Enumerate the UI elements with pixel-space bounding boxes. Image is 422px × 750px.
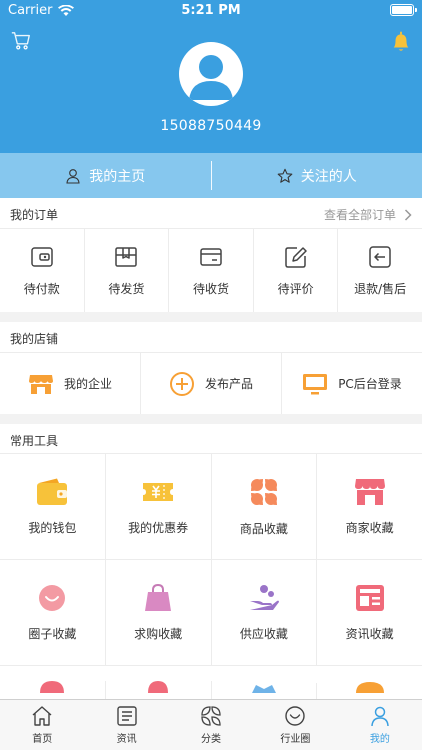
tab-my-homepage-label: 我的主页 <box>89 168 146 185</box>
avatar[interactable] <box>179 42 243 106</box>
shop-title: 我的店铺 <box>10 332 59 346</box>
profile-tabs: 我的主页 关注的人 <box>0 153 422 198</box>
bottom-navigation: 首页 资讯 分类 行业圈 我的 <box>0 699 422 750</box>
orders-header: 我的订单 查看全部订单 <box>0 198 422 228</box>
tools-row-2: 圈子收藏 求购收藏 供应收藏 资讯收藏 <box>0 559 422 665</box>
product-favorites-button[interactable]: 商品收藏 <box>212 454 318 559</box>
profile-header: Carrier 5:21 PM 15088750449 <box>0 0 422 153</box>
bell-icon[interactable] <box>390 30 412 54</box>
nav-home[interactable]: 首页 <box>0 700 84 750</box>
order-pending-shipment-label: 待发货 <box>108 282 145 296</box>
news-favorites-label: 资讯收藏 <box>345 627 394 641</box>
box-icon <box>115 247 138 267</box>
order-refund-aftersale[interactable]: 退款/售后 <box>338 229 422 312</box>
publish-product-button[interactable]: 发布产品 <box>141 353 282 414</box>
nav-industry-circle-label: 行业圈 <box>280 734 311 745</box>
merchant-favorites-label: 商家收藏 <box>345 521 394 535</box>
smile-icon <box>285 706 306 726</box>
partial-pink-icon <box>40 681 65 693</box>
nav-news-label: 资讯 <box>116 734 137 745</box>
partial-orange-icon <box>355 682 384 693</box>
partial-blue-icon <box>251 685 276 693</box>
order-pending-review[interactable]: 待评价 <box>254 229 339 312</box>
tools-row-1: 我的钱包 我的优惠券 商品收藏 商家收藏 <box>0 453 422 559</box>
order-pending-shipment[interactable]: 待发货 <box>85 229 170 312</box>
chevron-right-icon <box>404 208 412 221</box>
bag-icon <box>145 583 172 611</box>
shop-row: 我的企业 发布产品 PC后台登录 <box>0 352 422 414</box>
order-pending-receipt-label: 待收货 <box>192 282 229 296</box>
wallet-icon <box>37 478 68 505</box>
my-company-label: 我的企业 <box>63 377 112 391</box>
orders-title: 我的订单 <box>10 208 59 222</box>
news-icon <box>116 706 137 726</box>
nav-industry-circle[interactable]: 行业圈 <box>253 700 337 750</box>
tab-divider <box>210 161 212 190</box>
nav-category[interactable]: 分类 <box>169 700 253 750</box>
star-icon <box>277 168 293 183</box>
pc-backend-login-button[interactable]: PC后台登录 <box>282 353 422 414</box>
tab-my-homepage[interactable]: 我的主页 <box>0 153 211 198</box>
nav-home-label: 首页 <box>32 734 53 745</box>
tab-following[interactable]: 关注的人 <box>212 153 422 198</box>
user-icon <box>66 168 80 184</box>
news-icon <box>355 585 384 611</box>
my-coupons-button[interactable]: 我的优惠券 <box>106 454 212 559</box>
my-company-button[interactable]: 我的企业 <box>0 353 141 414</box>
order-pending-receipt[interactable]: 待收货 <box>169 229 254 312</box>
return-icon <box>369 246 391 268</box>
tab-following-label: 关注的人 <box>300 168 357 185</box>
order-pending-payment[interactable]: 待付款 <box>0 229 85 312</box>
view-all-orders-link[interactable]: 查看全部订单 <box>324 206 412 223</box>
store-icon <box>28 374 53 394</box>
nav-mine-label: 我的 <box>369 734 390 745</box>
cart-icon[interactable] <box>10 30 32 52</box>
partial-rose-icon <box>148 681 169 693</box>
shop-icon <box>354 479 385 505</box>
circle-favorites-button[interactable]: 圈子收藏 <box>0 560 106 665</box>
nav-mine[interactable]: 我的 <box>338 700 422 750</box>
supply-favorites-button[interactable]: 供应收藏 <box>212 560 318 665</box>
card-icon <box>200 248 222 266</box>
phone-number: 15088750449 <box>160 118 262 134</box>
supply-favorites-label: 供应收藏 <box>239 627 288 641</box>
status-bar: Carrier 5:21 PM <box>0 0 422 22</box>
tools-header: 常用工具 <box>0 424 422 454</box>
purchase-favorites-label: 求购收藏 <box>134 627 183 641</box>
home-icon <box>32 706 52 726</box>
publish-product-label: 发布产品 <box>204 377 253 391</box>
person-icon <box>371 706 389 727</box>
order-pending-payment-label: 待付款 <box>23 282 60 296</box>
pc-backend-login-label: PC后台登录 <box>338 377 402 391</box>
hand-icon <box>249 585 279 610</box>
battery-icon <box>390 4 417 16</box>
plus-circle-icon <box>169 371 194 396</box>
my-wallet-label: 我的钱包 <box>28 521 77 535</box>
wallet-icon <box>31 247 53 267</box>
status-time: 5:21 PM <box>181 3 241 18</box>
coupon-icon <box>143 483 174 501</box>
category-icon <box>201 706 221 726</box>
order-pending-review-label: 待评价 <box>277 282 314 296</box>
edit-icon <box>284 247 307 268</box>
product-favorites-label: 商品收藏 <box>239 522 288 536</box>
news-favorites-button[interactable]: 资讯收藏 <box>317 560 422 665</box>
order-refund-aftersale-label: 退款/售后 <box>354 282 407 296</box>
my-wallet-button[interactable]: 我的钱包 <box>0 454 106 559</box>
shop-header: 我的店铺 <box>0 322 422 352</box>
tools-grid: 我的钱包 我的优惠券 商品收藏 商家收藏 圈子收藏 求购收藏 供应收藏 资讯收藏 <box>0 453 422 705</box>
tools-title: 常用工具 <box>10 434 59 448</box>
clover-icon <box>250 479 277 505</box>
merchant-favorites-button[interactable]: 商家收藏 <box>317 454 422 559</box>
my-coupons-label: 我的优惠券 <box>128 521 189 535</box>
view-all-orders-label: 查看全部订单 <box>323 208 396 222</box>
order-status-row: 待付款 待发货 待收货 待评价 退款/售后 <box>0 228 422 312</box>
nav-news[interactable]: 资讯 <box>84 700 168 750</box>
avatar-person-icon <box>189 55 233 100</box>
purchase-favorites-button[interactable]: 求购收藏 <box>106 560 212 665</box>
smile-icon <box>39 585 66 611</box>
circle-favorites-label: 圈子收藏 <box>28 627 77 641</box>
monitor-icon <box>303 373 328 394</box>
nav-category-label: 分类 <box>201 734 222 745</box>
